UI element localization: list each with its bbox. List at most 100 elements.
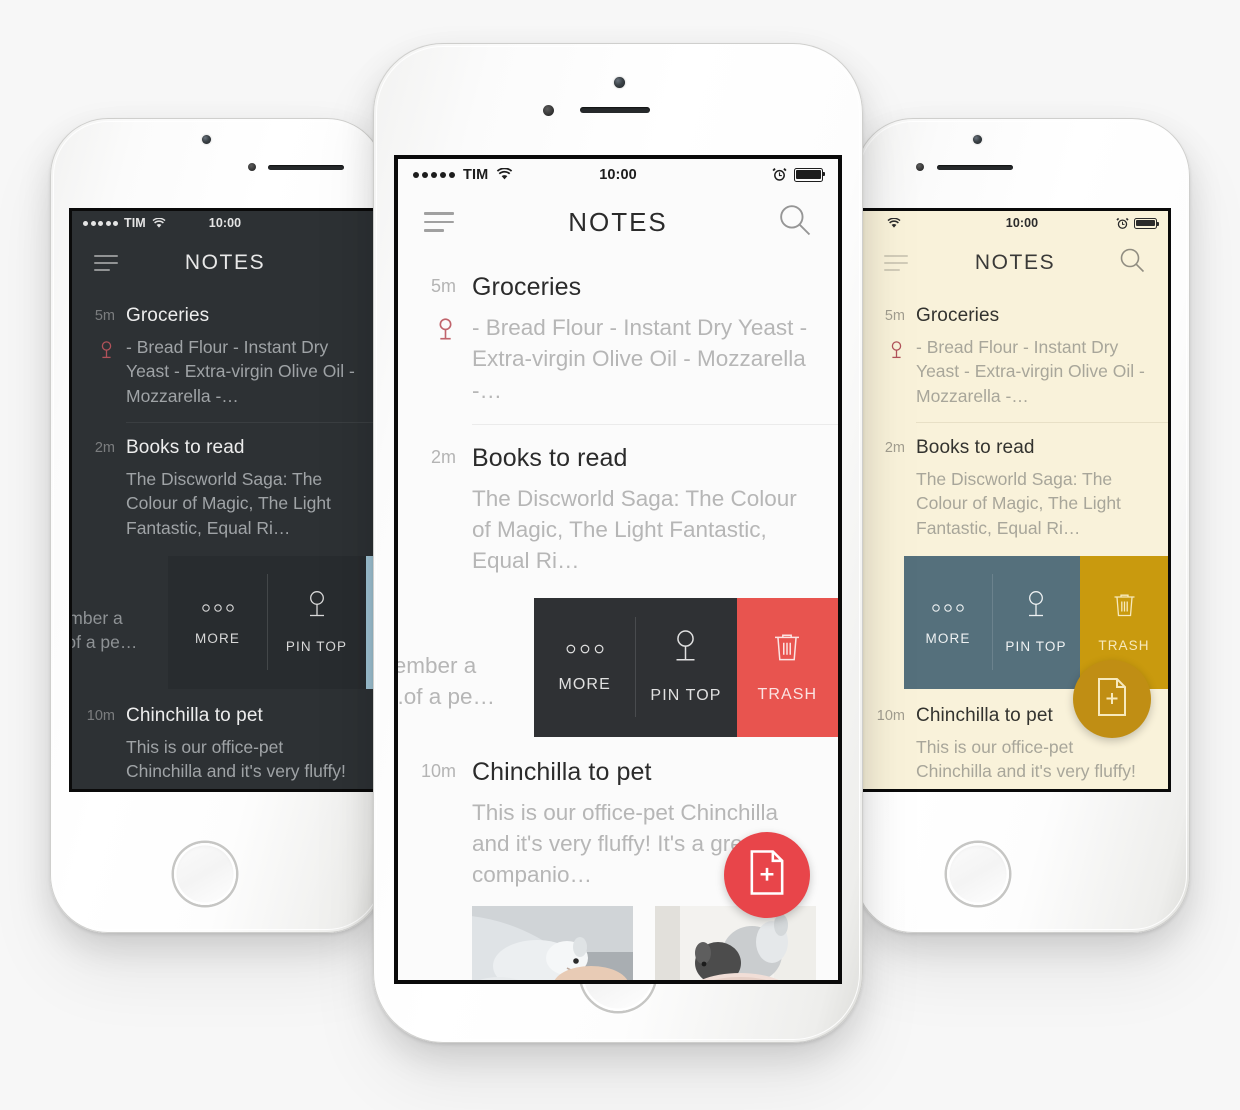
- note-body: - Bread Flour - Instant Dry Yeast - Extr…: [916, 337, 1145, 406]
- nav-bar-center: NOTES: [398, 190, 838, 254]
- front-camera-left: [202, 135, 211, 144]
- note-body: The Discworld Saga: The Colour of Magic,…: [126, 468, 331, 538]
- note-title: Chinchilla to pet: [126, 704, 263, 726]
- note-body: - Bread Flour - Instant Dry Yeast - Extr…: [126, 337, 355, 406]
- battery-full-icon: [794, 167, 826, 182]
- status-bar-time: 10:00: [208, 216, 242, 230]
- swipe-action-pin-top[interactable]: PIN TOP: [267, 555, 366, 689]
- screen-right: 10:00 NOTES 5m Groceries - Bread Flour -…: [862, 211, 1168, 789]
- wifi-icon: [887, 217, 901, 228]
- note-timestamp: 2m: [430, 446, 456, 467]
- screen-left: TIM 10:00 NOTES 5m Groceries - Bread Flo…: [72, 211, 378, 789]
- page-title: NOTES: [568, 206, 668, 237]
- carrier-label: TIM: [124, 216, 146, 230]
- list-item[interactable]: 2m Books to read The Discworld Saga: The…: [72, 423, 378, 540]
- earpiece-speaker-right: [937, 165, 1013, 170]
- note-timestamp: 2m: [94, 439, 115, 456]
- status-bar-center: TIM 10:00: [398, 159, 838, 190]
- swipe-action-label: MORE: [558, 675, 611, 693]
- swipe-action-more[interactable]: MORE: [904, 555, 992, 689]
- note-timestamp: 10m: [86, 707, 115, 724]
- home-button-left[interactable]: [171, 840, 239, 908]
- swipe-action-label: PIN TOP: [285, 639, 348, 655]
- swipe-action-pin-top[interactable]: PIN TOP: [992, 555, 1080, 689]
- signal-strength-dots: [413, 171, 455, 178]
- proximity-sensor-center: [543, 105, 554, 116]
- wifi-icon: [497, 168, 513, 180]
- search-icon[interactable]: [1119, 247, 1146, 279]
- mockup-stage: TIM 10:00 NOTES 5m Groceries - Bread Flo…: [0, 0, 1240, 1110]
- note-timestamp: 5m: [94, 308, 115, 324]
- note-body-peek-line2: ss.of a pe…: [862, 630, 904, 654]
- notes-list-left[interactable]: 5m Groceries - Bread Flour - Instant Dry…: [72, 291, 378, 789]
- proximity-sensor-right: [916, 163, 924, 171]
- note-title: Groceries: [916, 305, 1000, 326]
- screen-center: TIM 10:00 NOTES 5m Groceries - Bread Flo…: [398, 159, 838, 980]
- swiped-list-item-center[interactable]: member a ss.of a pe…: [398, 597, 838, 737]
- note-title: Groceries: [472, 273, 582, 301]
- note-timestamp: 2m: [884, 439, 905, 456]
- wifi-icon: [152, 217, 166, 228]
- pin-icon: [100, 341, 113, 365]
- note-timestamp: 10m: [876, 707, 905, 724]
- earpiece-speaker-left: [268, 165, 344, 170]
- list-item[interactable]: 10m Chinchilla to pet This is our office…: [72, 689, 378, 789]
- note-title: Groceries: [126, 305, 210, 326]
- note-body: - Bread Flour - Instant Dry Yeast - Extr…: [472, 315, 808, 403]
- new-note-plus-icon: [746, 849, 788, 901]
- swipe-action-label: PIN TOP: [650, 687, 722, 705]
- swipe-action-label: PIN TOP: [1005, 639, 1067, 655]
- pin-icon: [1025, 590, 1047, 625]
- hamburger-menu-icon[interactable]: [424, 212, 454, 232]
- note-body-peek-line2: ss.of a pe…: [72, 632, 138, 653]
- swipe-action-label: MORE: [195, 630, 240, 646]
- pin-icon: [672, 629, 699, 670]
- list-item[interactable]: 2m Books to read The Discworld Saga: The…: [862, 423, 1168, 540]
- note-body: The Discworld Saga: The Colour of Magic,…: [916, 468, 1121, 538]
- note-timestamp: 5m: [430, 276, 456, 296]
- status-bar-right: 10:00: [862, 211, 1168, 235]
- more-dots-icon: [931, 599, 965, 617]
- swipe-action-more[interactable]: MORE: [168, 555, 267, 689]
- list-item[interactable]: 5m Groceries - Bread Flour - Instant Dry…: [72, 291, 378, 408]
- list-item[interactable]: 5m Groceries - Bread Flour - Instant Dry…: [398, 254, 838, 406]
- status-bar-left: TIM 10:00: [72, 211, 378, 235]
- front-camera-center: [614, 77, 625, 88]
- note-title: Books to read: [126, 436, 245, 458]
- note-thumbnail[interactable]: [472, 906, 633, 980]
- swipe-action-trash[interactable]: TRASH: [736, 597, 838, 737]
- note-title: Books to read: [916, 436, 1035, 458]
- note-title: Chinchilla to pet: [472, 757, 652, 786]
- phone-right: 10:00 NOTES 5m Groceries - Bread Flour -…: [855, 118, 1190, 933]
- nav-bar-left: NOTES: [72, 235, 378, 291]
- front-camera-right: [973, 135, 982, 144]
- list-item[interactable]: 5m Groceries - Bread Flour - Instant Dry…: [862, 291, 1168, 408]
- carrier-label: TIM: [463, 166, 489, 183]
- new-note-fab-right[interactable]: [1073, 660, 1151, 738]
- swipe-action-label: TRASH: [757, 686, 818, 704]
- phone-left: TIM 10:00 NOTES 5m Groceries - Bread Flo…: [50, 118, 385, 933]
- new-note-fab-center[interactable]: [724, 832, 810, 918]
- swipe-action-more[interactable]: MORE: [534, 597, 636, 737]
- earpiece-speaker-center: [580, 107, 650, 113]
- swipe-action-pin-top[interactable]: PIN TOP: [635, 597, 737, 737]
- home-button-right[interactable]: [944, 840, 1012, 908]
- note-body: This is our office-pet Chinchilla and it…: [126, 736, 346, 789]
- note-thumbnail[interactable]: [655, 906, 816, 980]
- trash-can-icon: [1112, 591, 1137, 624]
- list-item[interactable]: 2m Books to read The Discworld Saga: The…: [398, 425, 838, 577]
- proximity-sensor-left: [248, 163, 256, 171]
- status-bar-time: 10:00: [1005, 216, 1039, 230]
- hamburger-menu-icon[interactable]: [94, 255, 118, 271]
- swipe-action-label: TRASH: [1098, 638, 1150, 654]
- note-title: Books to read: [472, 443, 628, 472]
- phone-center: TIM 10:00 NOTES 5m Groceries - Bread Flo…: [373, 43, 863, 1043]
- note-body-peek-line1: member a: [72, 607, 123, 628]
- search-icon[interactable]: [778, 203, 812, 242]
- note-body: This is our office-pet Chinchilla and it…: [916, 736, 1136, 789]
- more-dots-icon: [565, 641, 605, 659]
- hamburger-menu-icon[interactable]: [884, 255, 908, 271]
- swiped-list-item-left[interactable]: member a ss.of a pe…: [72, 555, 378, 689]
- alarm-clock-icon: [1116, 217, 1129, 229]
- note-body-peek-line1: member a: [398, 652, 477, 678]
